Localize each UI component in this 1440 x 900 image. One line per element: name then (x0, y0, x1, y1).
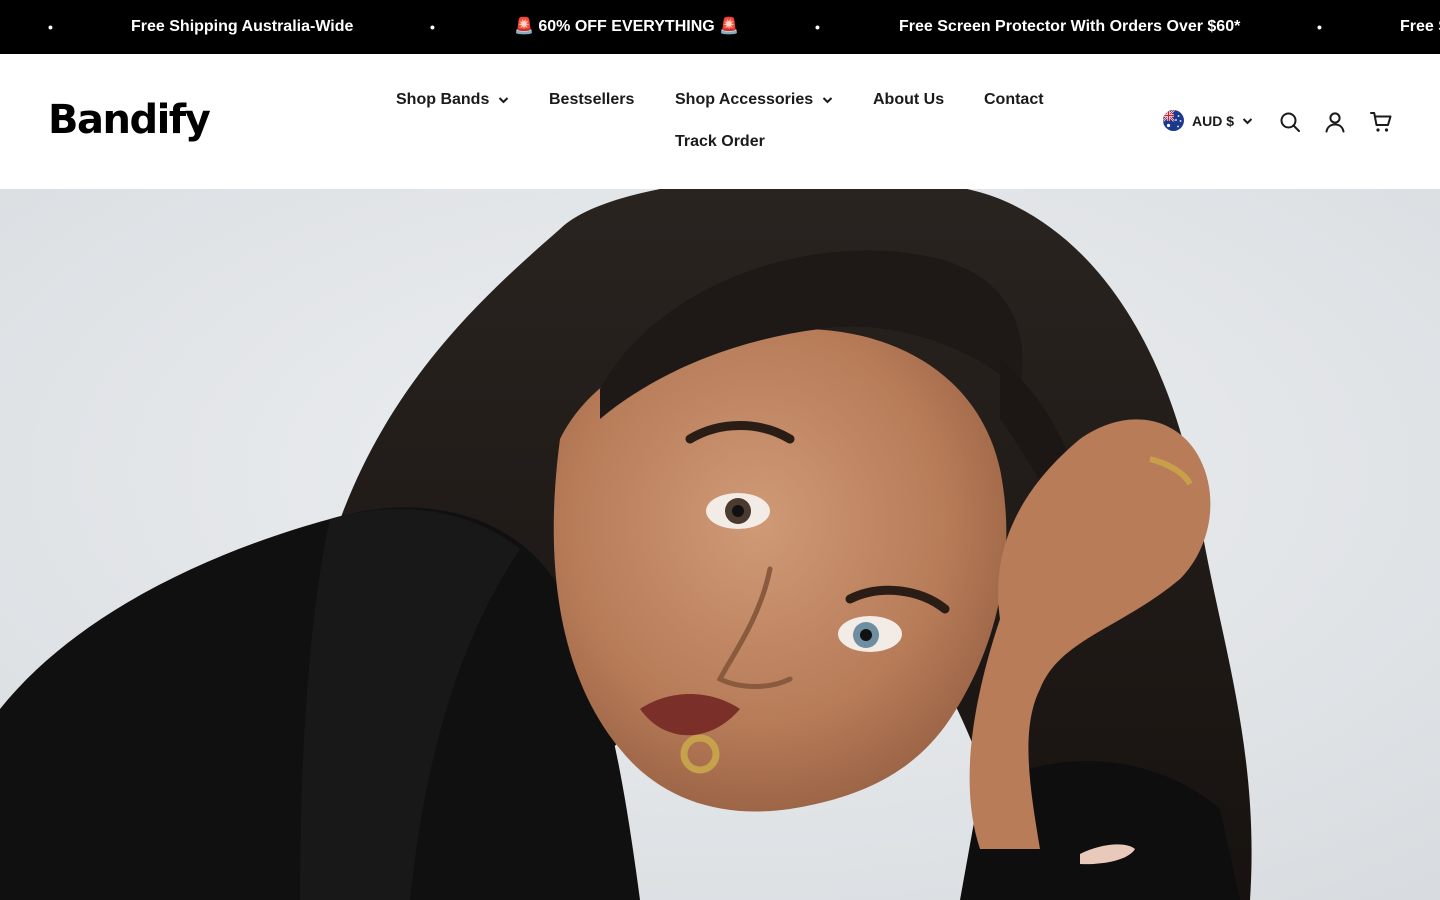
separator-dot: • (815, 19, 820, 35)
nav-shop-bands-label: Shop Bands (396, 91, 490, 108)
hero-model-photo (0, 189, 1440, 900)
nav-track-order-label: Track Order (675, 133, 765, 150)
site-logo[interactable]: Bandify (48, 100, 211, 140)
site-header: Bandify Shop Bands Bestsellers Shop Acce… (0, 54, 1440, 189)
cart-icon[interactable] (1370, 111, 1392, 133)
nav-track-order[interactable]: Track Order (675, 132, 765, 152)
nav-bestsellers-label: Bestsellers (549, 91, 635, 108)
announcement-free-shipping: Free Shipping Australia-Wide (131, 18, 354, 35)
separator-dot: • (48, 19, 53, 35)
announcement-truncated: Free S (1400, 18, 1440, 35)
chevron-down-icon (498, 96, 509, 104)
hero-banner[interactable] (0, 189, 1440, 900)
australia-flag-icon (1163, 110, 1184, 131)
nav-shop-accessories[interactable]: Shop Accessories (675, 90, 833, 110)
nav-contact[interactable]: Contact (984, 90, 1044, 110)
account-icon[interactable] (1324, 111, 1346, 133)
separator-dot: • (430, 19, 435, 35)
nav-shop-bands[interactable]: Shop Bands (396, 90, 509, 110)
nav-shop-accessories-label: Shop Accessories (675, 91, 814, 108)
currency-selector[interactable]: AUD $ (1163, 110, 1253, 131)
search-icon[interactable] (1279, 111, 1301, 133)
chevron-down-icon (1242, 117, 1253, 125)
currency-label: AUD $ (1192, 112, 1235, 129)
announcement-screen-protector: Free Screen Protector With Orders Over $… (899, 18, 1241, 35)
separator-dot: • (1317, 19, 1322, 35)
chevron-down-icon (822, 96, 833, 104)
nav-about-us-label: About Us (873, 91, 945, 108)
nav-contact-label: Contact (984, 91, 1044, 108)
announcement-sale: 🚨 60% OFF EVERYTHING 🚨 (514, 18, 740, 35)
nav-about-us[interactable]: About Us (873, 90, 944, 110)
nav-bestsellers[interactable]: Bestsellers (549, 90, 634, 110)
announcement-bar: • Free Shipping Australia-Wide • 🚨 60% O… (0, 0, 1440, 54)
